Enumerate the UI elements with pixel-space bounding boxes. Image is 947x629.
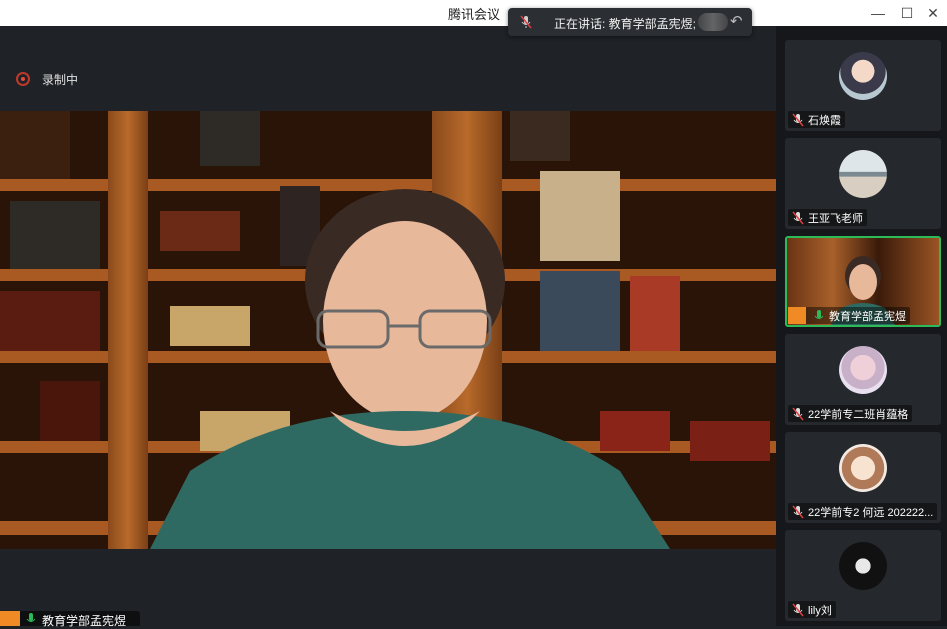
participant-avatar: [839, 444, 887, 492]
minimize-button[interactable]: —: [867, 3, 889, 23]
participant-avatar: [839, 52, 887, 100]
mic-muted-icon: [792, 603, 804, 616]
participant-name-tag: 王亚飞老师: [788, 209, 867, 226]
participant-tile-active[interactable]: 教育学部孟宪煜: [785, 236, 941, 327]
participant-avatar: [839, 150, 887, 198]
participant-name: 22学前专二班肖蕴格: [808, 408, 909, 421]
mic-muted-icon: [792, 211, 804, 224]
user-avatar-icon: [0, 611, 20, 626]
back-arrow-icon[interactable]: ↶: [730, 12, 743, 30]
mic-active-icon: [26, 613, 36, 622]
participant-name: 22学前专2 何远 202222...: [808, 506, 934, 519]
user-avatar-icon: [788, 307, 806, 324]
speaking-text: 正在讲话: 教育学部孟宪煜;: [554, 17, 697, 31]
participant-name-tag: 石焕霞: [788, 111, 845, 128]
participant-name-tag: lily刘: [788, 601, 836, 618]
participant-tile[interactable]: 22学前专2 何远 202222...: [785, 432, 941, 523]
mic-active-icon: [814, 309, 824, 319]
participant-tile[interactable]: 22学前专二班肖蕴格: [785, 334, 941, 425]
participant-name: 石焕霞: [808, 114, 841, 127]
participant-tile[interactable]: lily刘: [785, 530, 941, 621]
participant-tile[interactable]: 石焕霞: [785, 40, 941, 131]
participant-name-tag: 22学前专2 何远 202222...: [788, 503, 938, 520]
record-icon: [16, 72, 30, 86]
participant-name: 王亚飞老师: [808, 212, 863, 225]
title-bar: 腾讯会议 — ☐ ✕: [0, 0, 947, 26]
participant-name-tag: 教育学部孟宪煜: [788, 307, 910, 324]
speaker-video-frame: [0, 111, 776, 549]
mic-muted-icon: [792, 505, 804, 518]
participant-avatar: [839, 542, 887, 590]
mic-muted-icon: [792, 407, 804, 420]
recording-label: 录制中: [42, 73, 79, 87]
close-button[interactable]: ✕: [922, 3, 944, 23]
mic-icon: [520, 15, 532, 29]
speaker-name: 教育学部孟宪煜: [42, 614, 127, 628]
speaking-indicator: 正在讲话: 教育学部孟宪煜; ↶: [508, 8, 752, 36]
participant-name-tag: 22学前专二班肖蕴格: [788, 405, 913, 422]
audio-wave-icon: [698, 13, 728, 31]
speaker-name-tag: 教育学部孟宪煜: [0, 611, 140, 628]
mic-muted-icon: [792, 113, 804, 126]
participant-sidebar: 石焕霞 王亚飞老师 教育学部孟宪煜 22学前专二班肖蕴格 22学前专2 何远 2…: [776, 26, 947, 626]
participant-avatar: [839, 346, 887, 394]
participant-name: 教育学部孟宪煜: [829, 310, 906, 323]
window-title: 腾讯会议: [448, 7, 501, 22]
speaker-video[interactable]: [0, 111, 776, 549]
participant-tile[interactable]: 王亚飞老师: [785, 138, 941, 229]
maximize-button[interactable]: ☐: [896, 3, 918, 23]
participant-name: lily刘: [808, 604, 832, 617]
